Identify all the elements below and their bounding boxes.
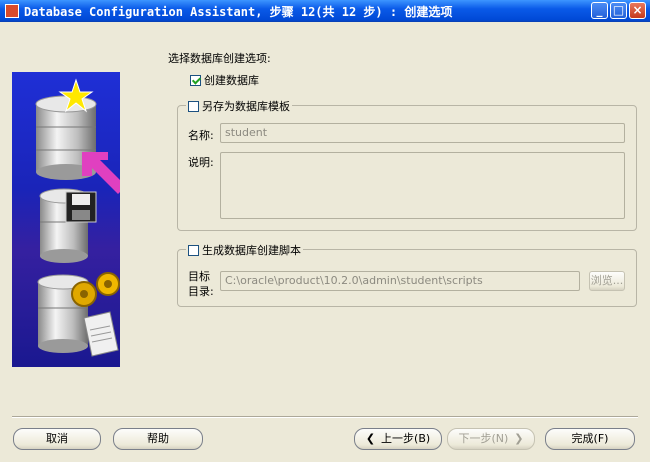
next-button[interactable]: 下一步(N) ❯ bbox=[447, 428, 535, 450]
database-cylinders-icon bbox=[35, 78, 120, 357]
finish-button[interactable]: 完成(F) bbox=[545, 428, 635, 450]
browse-button[interactable]: 浏览... bbox=[589, 271, 625, 291]
chevron-right-icon: ❯ bbox=[514, 432, 524, 445]
app-icon bbox=[5, 4, 19, 18]
save-template-checkbox[interactable] bbox=[188, 100, 199, 112]
gen-scripts-option[interactable]: 生成数据库创建脚本 bbox=[186, 242, 303, 258]
save-template-label: 另存为数据库模板 bbox=[202, 100, 290, 113]
help-button[interactable]: 帮助 bbox=[113, 428, 203, 450]
gen-scripts-checkbox[interactable] bbox=[188, 244, 199, 256]
maximize-button[interactable]: □ bbox=[610, 2, 627, 19]
create-db-option[interactable]: 创建数据库 bbox=[190, 72, 259, 88]
dest-dir-input[interactable]: C:\oracle\product\10.2.0\admin\student\s… bbox=[220, 271, 580, 291]
gen-scripts-label: 生成数据库创建脚本 bbox=[202, 244, 301, 257]
window-title: Database Configuration Assistant, 步骤 12(… bbox=[24, 5, 453, 19]
cancel-button[interactable]: 取消 bbox=[13, 428, 101, 450]
database-illustration bbox=[12, 72, 120, 367]
template-name-label: 名称: bbox=[188, 129, 214, 142]
back-button[interactable]: ❮ 上一步(B) bbox=[354, 428, 442, 450]
dest-dir-label-line2: 目录: bbox=[188, 285, 214, 298]
template-desc-label: 说明: bbox=[188, 156, 214, 169]
create-db-label: 创建数据库 bbox=[204, 74, 259, 87]
save-template-option[interactable]: 另存为数据库模板 bbox=[186, 98, 292, 114]
create-db-checkbox[interactable] bbox=[190, 74, 201, 86]
section-label: 选择数据库创建选项: bbox=[168, 52, 271, 65]
template-desc-textarea[interactable] bbox=[220, 152, 625, 219]
close-button[interactable]: × bbox=[629, 2, 646, 19]
footer-separator bbox=[12, 416, 638, 418]
dest-dir-label-line1: 目标 bbox=[188, 270, 210, 283]
minimize-button[interactable]: _ bbox=[591, 2, 608, 19]
back-button-label: 上一步(B) bbox=[381, 432, 431, 445]
chevron-left-icon: ❮ bbox=[365, 432, 376, 445]
template-name-input[interactable]: student bbox=[220, 123, 625, 143]
title-bar: Database Configuration Assistant, 步骤 12(… bbox=[0, 0, 650, 22]
next-button-label: 下一步(N) bbox=[458, 432, 509, 445]
